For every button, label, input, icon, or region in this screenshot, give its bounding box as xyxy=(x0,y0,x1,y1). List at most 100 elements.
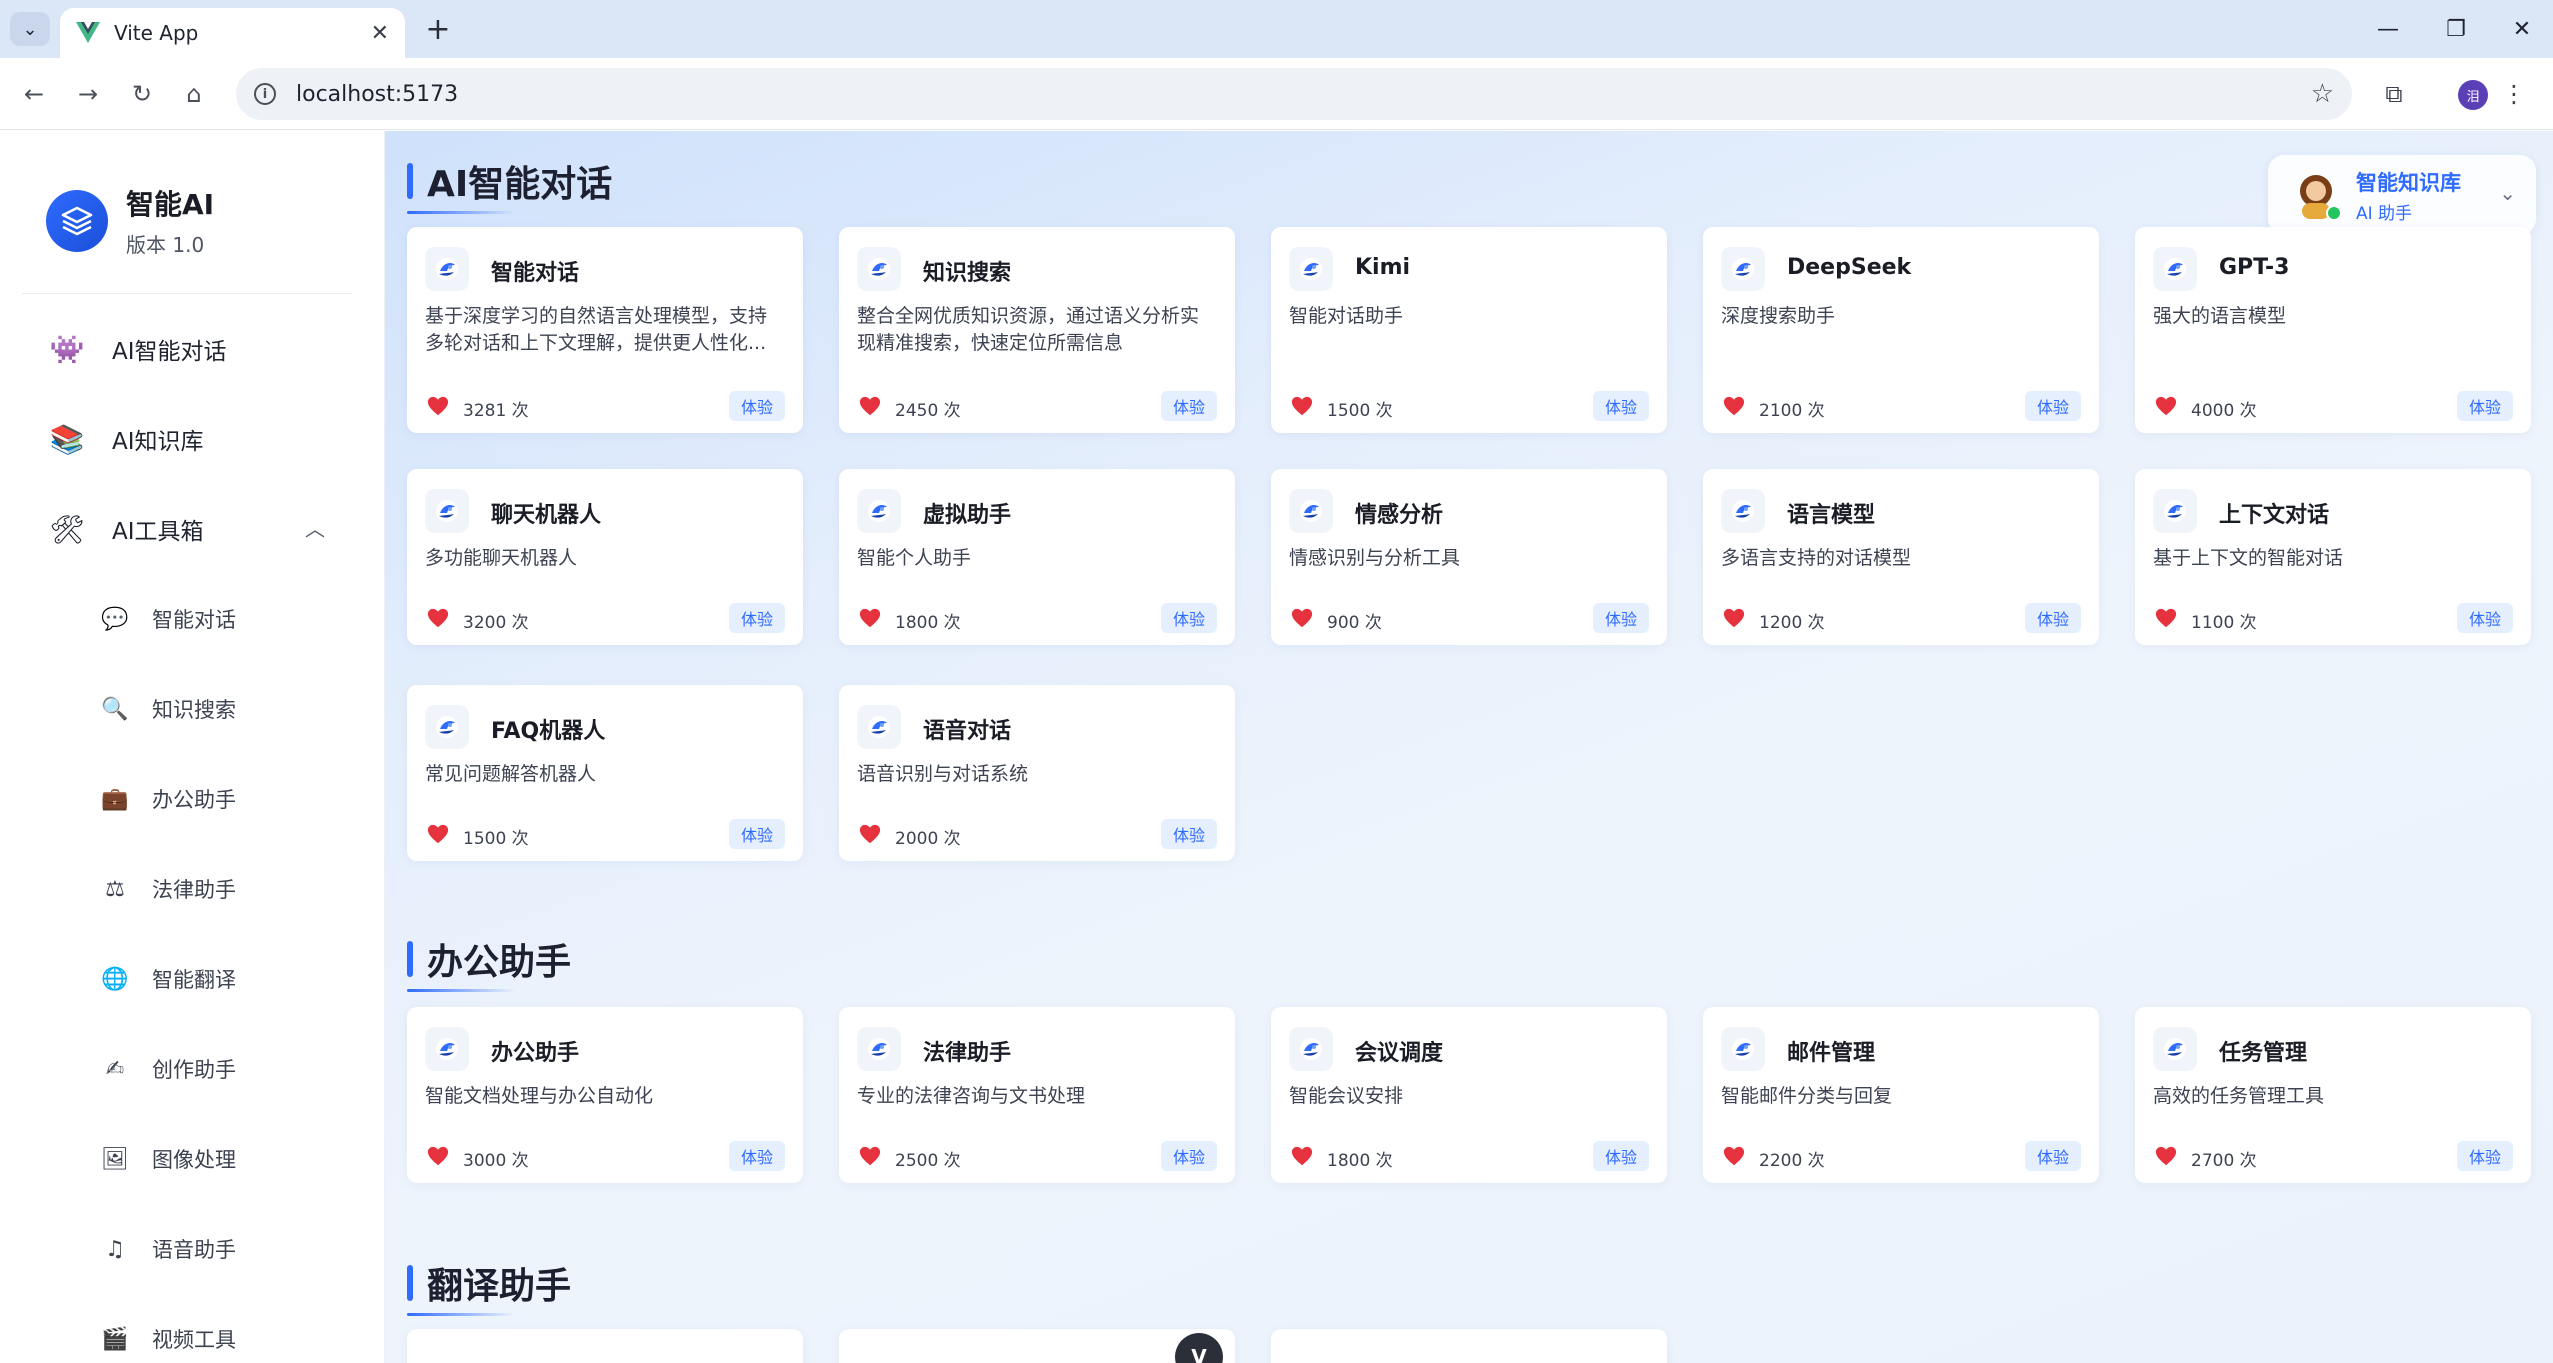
submenu-item-voice[interactable]: ♫ 语音助手 xyxy=(100,1231,236,1267)
tool-card[interactable]: FAQ机器人 常见问题解答机器人 1500 次 体验 xyxy=(407,685,803,861)
heart-icon[interactable] xyxy=(1723,396,1745,416)
try-button[interactable]: 体验 xyxy=(1160,391,1217,421)
sidebar-item-ai-chat[interactable]: 👾 AI智能对话 xyxy=(50,329,227,369)
try-button[interactable]: 体验 xyxy=(2024,1141,2081,1171)
tool-card[interactable]: 办公助手 智能文档处理与办公自动化 3000 次 体验 xyxy=(407,1007,803,1183)
try-button[interactable]: 体验 xyxy=(728,1141,785,1171)
try-button[interactable]: 体验 xyxy=(2024,391,2081,421)
tool-card[interactable]: 语言模型 多语言支持的对话模型 1200 次 体验 xyxy=(1703,469,2099,645)
heart-icon[interactable] xyxy=(1291,396,1313,416)
heart-icon[interactable] xyxy=(1723,1146,1745,1166)
try-button[interactable]: 体验 xyxy=(728,603,785,633)
heart-icon[interactable] xyxy=(2155,608,2177,628)
submenu-item-legal[interactable]: ⚖ 法律助手 xyxy=(100,871,236,907)
tool-card[interactable]: 语音对话 语音识别与对话系统 2000 次 体验 xyxy=(839,685,1235,861)
heart-icon[interactable] xyxy=(859,824,881,844)
forward-icon[interactable]: → xyxy=(68,74,108,114)
tool-card[interactable]: 法律助手 专业的法律咨询与文书处理 2500 次 体验 xyxy=(839,1007,1235,1183)
heart-icon[interactable] xyxy=(2155,396,2177,416)
tool-card[interactable]: 上下文对话 基于上下文的智能对话 1100 次 体验 xyxy=(2135,469,2531,645)
heart-icon[interactable] xyxy=(2155,1146,2177,1166)
try-button[interactable]: 体验 xyxy=(2456,391,2513,421)
site-info-icon[interactable]: i xyxy=(254,83,276,105)
heart-icon[interactable] xyxy=(1723,608,1745,628)
sidebar-item-knowledge-base[interactable]: 📚 AI知识库 xyxy=(50,419,204,459)
submenu-item-label: 知识搜索 xyxy=(152,698,236,722)
tool-card[interactable]: 聊天机器人 多功能聊天机器人 3200 次 体验 xyxy=(407,469,803,645)
submenu-item-create[interactable]: ✍ 创作助手 xyxy=(100,1051,236,1087)
try-button[interactable]: 体验 xyxy=(1160,819,1217,849)
home-icon[interactable]: ⌂ xyxy=(174,74,214,114)
submenu-item-label: 创作助手 xyxy=(152,1058,236,1082)
submenu-item-chat[interactable]: 💬 智能对话 xyxy=(100,601,236,637)
tool-card-partial[interactable] xyxy=(1271,1329,1667,1363)
url-text[interactable]: localhost:5173 xyxy=(296,82,2311,107)
heart-icon[interactable] xyxy=(859,396,881,416)
minimize-button[interactable]: — xyxy=(2360,10,2416,48)
more-menu-icon[interactable]: ⋮ xyxy=(2494,74,2534,114)
submenu-item-translate[interactable]: 🌐 智能翻译 xyxy=(100,961,236,997)
heart-icon[interactable] xyxy=(427,1146,449,1166)
submenu-item-image[interactable]: 🖼 图像处理 xyxy=(100,1141,236,1177)
try-button[interactable]: 体验 xyxy=(1592,1141,1649,1171)
tool-card[interactable]: GPT-3 强大的语言模型 4000 次 体验 xyxy=(2135,227,2531,433)
browser-tab-strip: ⌄ Vite App ✕ + — ❐ ✕ xyxy=(0,0,2553,58)
bookmark-star-icon[interactable]: ☆ xyxy=(2311,79,2334,109)
try-button[interactable]: 体验 xyxy=(1160,603,1217,633)
submenu-item-label: 智能对话 xyxy=(152,608,236,632)
tool-card[interactable]: 智能对话 基于深度学习的自然语言处理模型，支持多轮对话和上下文理解，提供更人性化.… xyxy=(407,227,803,433)
try-button[interactable]: 体验 xyxy=(728,391,785,421)
try-button[interactable]: 体验 xyxy=(2456,603,2513,633)
tool-card[interactable]: 邮件管理 智能邮件分类与回复 2200 次 体验 xyxy=(1703,1007,2099,1183)
try-button[interactable]: 体验 xyxy=(1592,391,1649,421)
heart-icon[interactable] xyxy=(427,396,449,416)
submenu-item-label: 智能翻译 xyxy=(152,968,236,992)
tool-card[interactable]: 情感分析 情感识别与分析工具 900 次 体验 xyxy=(1271,469,1667,645)
new-tab-button[interactable]: + xyxy=(420,12,456,47)
heart-icon[interactable] xyxy=(1291,1146,1313,1166)
tool-card-partial[interactable] xyxy=(407,1329,803,1363)
tool-card[interactable]: 知识搜索 整合全网优质知识资源，通过语义分析实现精准搜索，快速定位所需信息 2450… xyxy=(839,227,1235,433)
extensions-icon[interactable]: ⧉ xyxy=(2374,74,2414,114)
close-window-button[interactable]: ✕ xyxy=(2494,10,2550,48)
heart-icon[interactable] xyxy=(859,1146,881,1166)
tool-card[interactable]: Kimi 智能对话助手 1500 次 体验 xyxy=(1271,227,1667,433)
sidebar-item-toolbox[interactable]: 🛠 AI工具箱 xyxy=(49,509,203,549)
try-button[interactable]: 体验 xyxy=(2024,603,2081,633)
submenu-item-office[interactable]: 💼 办公助手 xyxy=(100,781,236,817)
browser-tab[interactable]: Vite App ✕ xyxy=(60,8,405,58)
tool-card-title: 上下文对话 xyxy=(2219,503,2330,528)
try-button[interactable]: 体验 xyxy=(1160,1141,1217,1171)
submenu-item-video[interactable]: 🎬 视频工具 xyxy=(100,1321,236,1357)
main-content: AI智能对话 办公助手 翻译助手 V 智能知识库 AI 助手 ⌄ 智能对话 基于深… xyxy=(385,131,2553,1363)
try-button[interactable]: 体验 xyxy=(2456,1141,2513,1171)
try-button[interactable]: 体验 xyxy=(1592,603,1649,633)
tab-close-icon[interactable]: ✕ xyxy=(371,21,389,46)
tool-card[interactable]: 任务管理 高效的任务管理工具 2700 次 体验 xyxy=(2135,1007,2531,1183)
heart-icon[interactable] xyxy=(427,824,449,844)
chevron-down-icon[interactable]: ⌄ xyxy=(2499,181,2516,205)
tool-card[interactable]: 虚拟助手 智能个人助手 1800 次 体验 xyxy=(839,469,1235,645)
address-bar[interactable]: i localhost:5173 ☆ xyxy=(236,68,2352,120)
heart-icon[interactable] xyxy=(427,608,449,628)
heart-icon[interactable] xyxy=(859,608,881,628)
tool-card[interactable]: DeepSeek 深度搜索助手 2100 次 体验 xyxy=(1703,227,2099,433)
submenu-item-search[interactable]: 🔍 知识搜索 xyxy=(100,691,236,727)
heart-icon[interactable] xyxy=(1291,608,1313,628)
chevron-up-icon[interactable]: ︿ xyxy=(305,513,325,542)
tool-card-title: 智能对话 xyxy=(491,261,580,286)
tool-card-description: 智能会议安排 xyxy=(1289,1085,1404,1107)
submenu-item-label: 视频工具 xyxy=(152,1328,236,1352)
profile-avatar[interactable]: 泪 xyxy=(2458,80,2488,110)
restore-button[interactable]: ❐ xyxy=(2428,10,2484,48)
reload-icon[interactable]: ↻ xyxy=(122,74,162,114)
browser-toolbar: ← → ↻ ⌂ i localhost:5173 ☆ ⧉ ⋮ xyxy=(0,58,2553,130)
knowledge-base-button[interactable]: 智能知识库 AI 助手 ⌄ xyxy=(2268,155,2536,235)
usage-count: 3281 次 xyxy=(463,401,529,421)
tool-logo-icon xyxy=(425,705,469,749)
tab-search-button[interactable]: ⌄ xyxy=(10,12,50,46)
tool-card[interactable]: 会议调度 智能会议安排 1800 次 体验 xyxy=(1271,1007,1667,1183)
try-button[interactable]: 体验 xyxy=(728,819,785,849)
usage-count: 900 次 xyxy=(1327,613,1382,633)
back-icon[interactable]: ← xyxy=(14,74,54,114)
